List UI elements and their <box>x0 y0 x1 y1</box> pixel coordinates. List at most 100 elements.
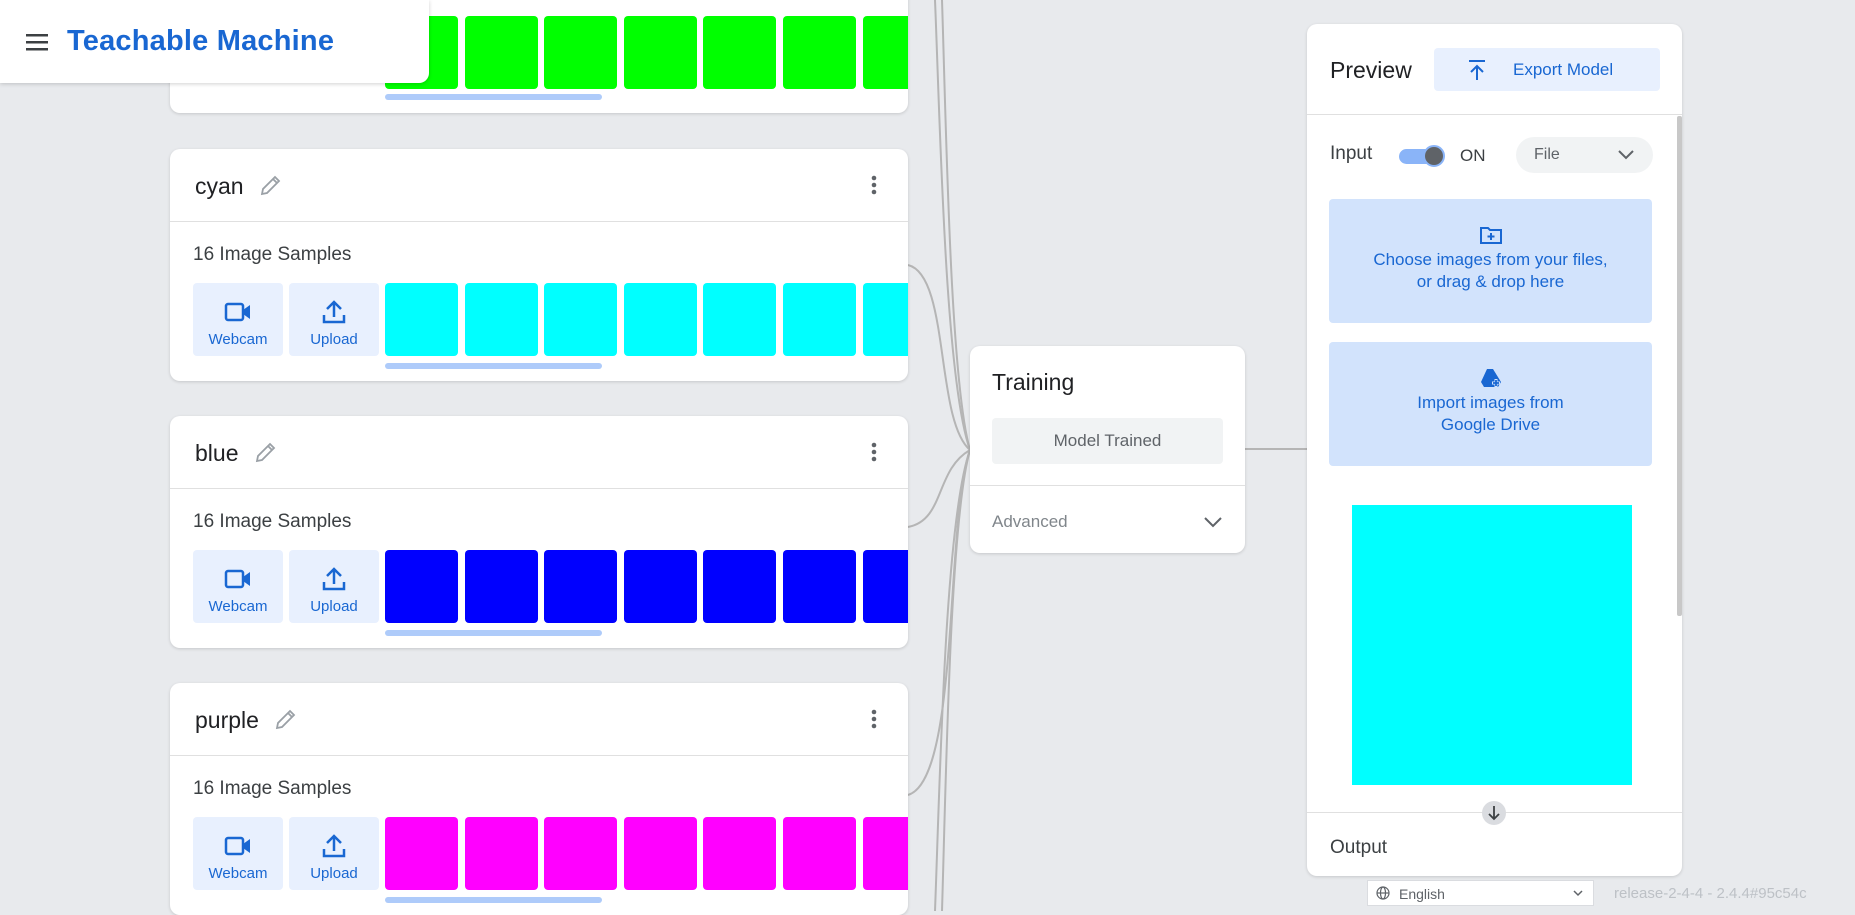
upload-label: Upload <box>310 865 358 882</box>
webcam-button[interactable]: Webcam <box>193 550 283 623</box>
sample-thumbnail[interactable] <box>385 817 458 890</box>
thumbnail-scrollbar[interactable] <box>385 363 602 369</box>
sample-thumbnail[interactable] <box>703 283 777 356</box>
more-options-icon[interactable] <box>870 440 878 464</box>
edit-pencil-icon[interactable] <box>259 173 283 197</box>
thumbnail-scrollbar[interactable] <box>385 897 602 903</box>
sample-thumbnails[interactable] <box>385 16 908 89</box>
sample-thumbnail[interactable] <box>783 16 856 89</box>
sample-thumbnail[interactable] <box>623 550 697 623</box>
webcam-icon <box>224 569 250 589</box>
sample-count: 16 Image Samples <box>193 778 352 799</box>
google-drive-import[interactable]: Import images from Google Drive <box>1329 342 1652 466</box>
sample-thumbnail[interactable] <box>544 550 618 623</box>
upload-icon <box>322 300 346 324</box>
sample-thumbnail[interactable] <box>703 16 777 89</box>
sample-thumbnail[interactable] <box>464 16 538 89</box>
sample-thumbnail[interactable] <box>783 550 856 623</box>
upload-button[interactable]: Upload <box>289 550 379 623</box>
upload-button[interactable]: Upload <box>289 817 379 890</box>
upload-label: Upload <box>310 331 358 348</box>
sample-thumbnail[interactable] <box>862 16 908 89</box>
more-options-icon[interactable] <box>870 173 878 197</box>
webcam-label: Webcam <box>208 598 268 615</box>
preview-header: Preview Export Model <box>1307 24 1682 115</box>
arrow-down-icon <box>1488 806 1500 821</box>
app-title[interactable]: Teachable Machine <box>67 25 334 58</box>
sample-thumbnail[interactable] <box>623 817 697 890</box>
sample-thumbnail[interactable] <box>783 817 856 890</box>
input-source-select[interactable]: File <box>1516 137 1653 173</box>
input-toggle[interactable] <box>1399 145 1445 167</box>
divider <box>970 485 1245 486</box>
google-drive-text-line-2: Google Drive <box>1440 415 1541 434</box>
sample-thumbnail[interactable] <box>703 817 777 890</box>
sample-thumbnail[interactable] <box>703 550 777 623</box>
sample-thumbnail[interactable] <box>544 16 618 89</box>
language-select[interactable]: English <box>1367 880 1594 906</box>
preview-panel: Preview Export Model Input ON File Choos… <box>1307 24 1682 876</box>
sample-thumbnail[interactable] <box>385 550 458 623</box>
class-card-header: purple <box>170 683 908 756</box>
sample-thumbnail[interactable] <box>464 817 538 890</box>
sample-thumbnail[interactable] <box>544 283 618 356</box>
input-label: Input <box>1330 143 1373 164</box>
sample-thumbnail[interactable] <box>623 283 697 356</box>
sample-thumbnail[interactable] <box>862 283 908 356</box>
app-header: Teachable Machine <box>0 0 429 83</box>
sample-thumbnails[interactable] <box>385 817 908 890</box>
chevron-down-icon[interactable] <box>1203 515 1223 529</box>
export-model-label: Export Model <box>1513 59 1614 79</box>
preview-scrollbar[interactable] <box>1677 116 1682 616</box>
sample-thumbnails[interactable] <box>385 550 908 623</box>
file-drop-zone[interactable]: Choose images from your files, or drag &… <box>1329 199 1652 323</box>
webcam-label: Webcam <box>208 865 268 882</box>
train-model-button[interactable]: Model Trained <box>992 418 1223 464</box>
sample-thumbnail[interactable] <box>862 817 908 890</box>
upload-icon <box>322 567 346 591</box>
class-card-blue: blue 16 Image Samples Webcam Upload <box>170 416 908 648</box>
sample-thumbnails[interactable] <box>385 283 908 356</box>
training-title: Training <box>992 369 1075 395</box>
advanced-toggle[interactable]: Advanced <box>992 512 1068 532</box>
preview-image <box>1352 505 1632 785</box>
file-drop-text-line-1: Choose images from your files, <box>1373 250 1608 269</box>
preview-title: Preview <box>1330 57 1412 83</box>
version-label: release-2-4-4 - 2.4.4#95c54c <box>1614 885 1807 902</box>
class-card-header: blue <box>170 416 908 489</box>
class-card-cyan: cyan 16 Image Samples Webcam Upload <box>170 149 908 381</box>
sample-thumbnail[interactable] <box>544 817 618 890</box>
input-source-value: File <box>1534 146 1560 163</box>
output-label: Output <box>1330 837 1388 858</box>
webcam-button[interactable]: Webcam <box>193 817 283 890</box>
thumbnail-scrollbar[interactable] <box>385 94 602 100</box>
sample-thumbnail[interactable] <box>783 283 856 356</box>
sample-thumbnail[interactable] <box>464 283 538 356</box>
scroll-down-button[interactable] <box>1482 801 1506 825</box>
sample-count: 16 Image Samples <box>193 244 352 265</box>
class-name[interactable]: purple <box>195 707 259 734</box>
upload-icon <box>322 834 346 858</box>
sample-thumbnail[interactable] <box>464 550 538 623</box>
edit-pencil-icon[interactable] <box>254 440 278 464</box>
thumbnail-scrollbar[interactable] <box>385 630 602 636</box>
upload-label: Upload <box>310 598 358 615</box>
more-options-icon[interactable] <box>870 707 878 731</box>
class-card-header: cyan <box>170 149 908 222</box>
class-name[interactable]: blue <box>195 440 238 467</box>
export-model-button[interactable]: Export Model <box>1434 48 1660 91</box>
sample-count: 16 Image Samples <box>193 511 352 532</box>
class-name[interactable]: cyan <box>195 173 244 200</box>
folder-add-icon <box>1479 227 1502 244</box>
webcam-button[interactable]: Webcam <box>193 283 283 356</box>
upload-button[interactable]: Upload <box>289 283 379 356</box>
hamburger-menu-icon[interactable] <box>25 30 49 54</box>
sample-thumbnail[interactable] <box>385 283 458 356</box>
toggle-state-label: ON <box>1460 146 1486 165</box>
google-drive-text-line-1: Import images from <box>1417 393 1564 412</box>
sample-thumbnail[interactable] <box>862 550 908 623</box>
training-panel: Training Model Trained Advanced <box>970 346 1245 553</box>
toggle-knob <box>1423 145 1445 167</box>
sample-thumbnail[interactable] <box>623 16 697 89</box>
edit-pencil-icon[interactable] <box>274 707 298 731</box>
